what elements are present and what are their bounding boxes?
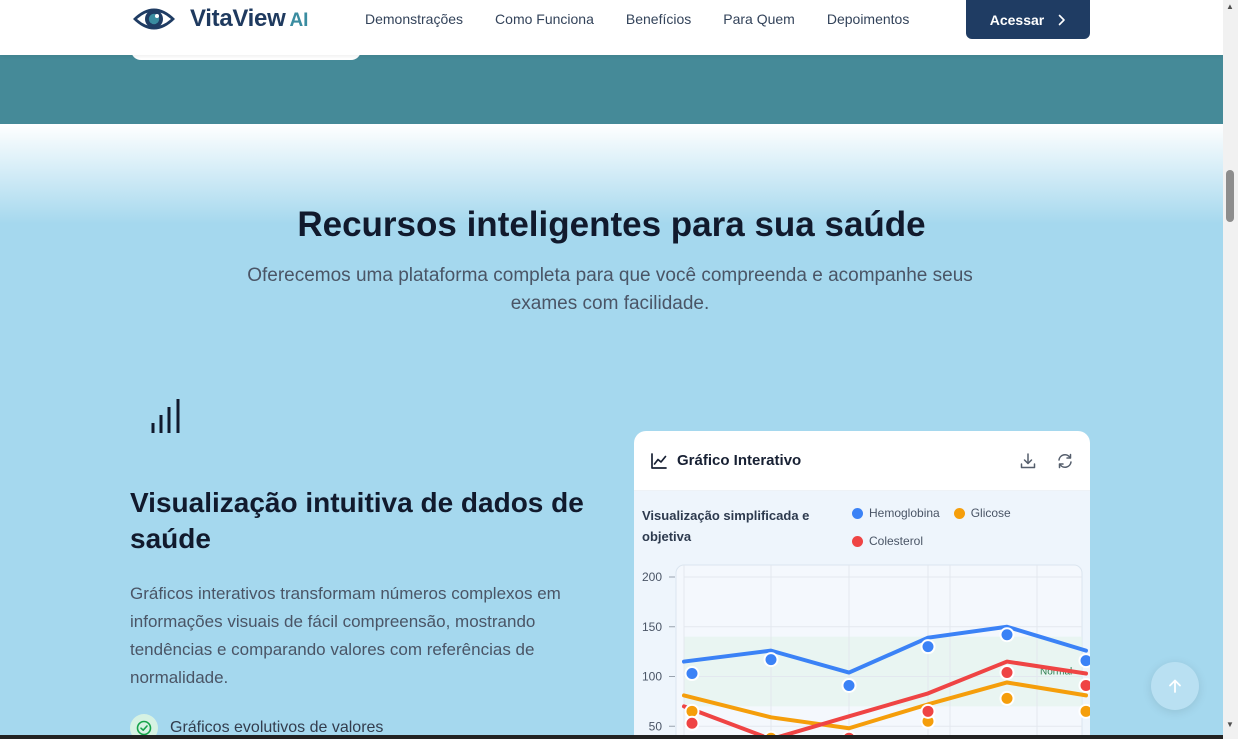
legend-label: Hemoglobina	[869, 506, 940, 520]
legend-item-colesterol[interactable]: Colesterol	[852, 531, 923, 551]
y-tick-label: 150	[642, 620, 662, 634]
y-tick-label: 50	[649, 719, 663, 733]
data-point-colesterol	[684, 715, 700, 731]
access-button[interactable]: Acessar	[966, 0, 1090, 39]
chart-subtitle: Visualização simplificada e objetiva	[642, 508, 810, 544]
line-chart: 20015010050Normal	[642, 564, 1090, 739]
data-point-hemoglobina	[763, 652, 779, 668]
legend-item-hemoglobina[interactable]: Hemoglobina	[852, 503, 940, 523]
page-scrollbar[interactable]: ▲ ▼	[1223, 0, 1238, 739]
line-chart-icon	[651, 452, 667, 469]
access-button-label: Acessar	[989, 11, 1045, 28]
brand-suffix: AI	[289, 10, 309, 31]
back-to-top-button[interactable]	[1151, 662, 1199, 710]
download-icon[interactable]	[1019, 452, 1037, 470]
nav-como-funciona[interactable]: Como Funciona	[495, 11, 594, 27]
scroll-thumb[interactable]	[1226, 170, 1234, 222]
brand-name: VitaView	[190, 5, 286, 32]
chart-card-title: Gráfico Interativo	[677, 452, 802, 469]
chart-legend: Hemoglobina Glicose Colesterol	[852, 503, 1082, 551]
chart-card-header: Gráfico Interativo	[634, 431, 1090, 491]
nav-beneficios[interactable]: Benefícios	[626, 11, 691, 27]
feature-description: Gráficos interativos transformam números…	[130, 584, 561, 687]
scroll-down-arrow-icon[interactable]: ▼	[1226, 720, 1234, 729]
feature-title: Visualização intuitiva de dados de saúde	[130, 487, 584, 554]
legend-label: Glicose	[970, 506, 1011, 520]
refresh-icon[interactable]	[1056, 452, 1074, 470]
scroll-up-arrow-icon[interactable]: ▲	[1226, 2, 1234, 11]
nav-depoimentos[interactable]: Depoimentos	[827, 11, 910, 27]
data-point-colesterol	[999, 665, 1015, 681]
arrow-up-icon	[1169, 679, 1181, 693]
page: VitaView AI Demonstrações Como Funciona …	[0, 0, 1223, 739]
section-subtitle: Oferecemos uma plataforma completa para …	[247, 265, 973, 314]
main-nav: Demonstrações Como Funciona Benefícios P…	[365, 0, 941, 38]
chart-card: Gráfico Interativo Visualização simplifi…	[634, 431, 1090, 739]
normal-range-band	[684, 636, 1082, 707]
data-point-colesterol	[920, 703, 936, 719]
data-point-hemoglobina	[684, 666, 700, 682]
data-point-glicose	[999, 690, 1015, 706]
nav-para-quem[interactable]: Para Quem	[723, 11, 795, 27]
data-point-hemoglobina	[920, 639, 936, 655]
legend-label: Colesterol	[869, 534, 924, 548]
brand-logo[interactable]: VitaView AI	[131, 4, 308, 34]
site-header: VitaView AI Demonstrações Como Funciona …	[0, 0, 1223, 55]
legend-dot-icon	[852, 535, 863, 547]
data-point-hemoglobina	[999, 627, 1015, 643]
eye-logo-icon	[133, 8, 175, 30]
bottom-edge	[0, 735, 1223, 739]
data-point-colesterol	[1078, 677, 1090, 693]
chevron-right-icon	[1058, 14, 1066, 25]
data-point-glicose	[1078, 703, 1090, 719]
data-point-hemoglobina	[1078, 653, 1090, 669]
y-tick-label: 200	[642, 570, 662, 584]
section-title: Recursos inteligentes para sua saúde	[297, 205, 926, 244]
legend-item-glicose[interactable]: Glicose	[953, 503, 1011, 523]
nav-demonstracoes[interactable]: Demonstrações	[365, 11, 463, 27]
bar-chart-icon	[151, 399, 180, 433]
legend-dot-icon	[852, 507, 863, 519]
chart-area: Visualização simplificada e objetiva Hem…	[634, 491, 1090, 739]
legend-dot-icon	[953, 507, 965, 519]
data-point-hemoglobina	[841, 677, 857, 693]
chart-card-actions	[1019, 452, 1074, 470]
y-tick-label: 100	[642, 670, 662, 684]
